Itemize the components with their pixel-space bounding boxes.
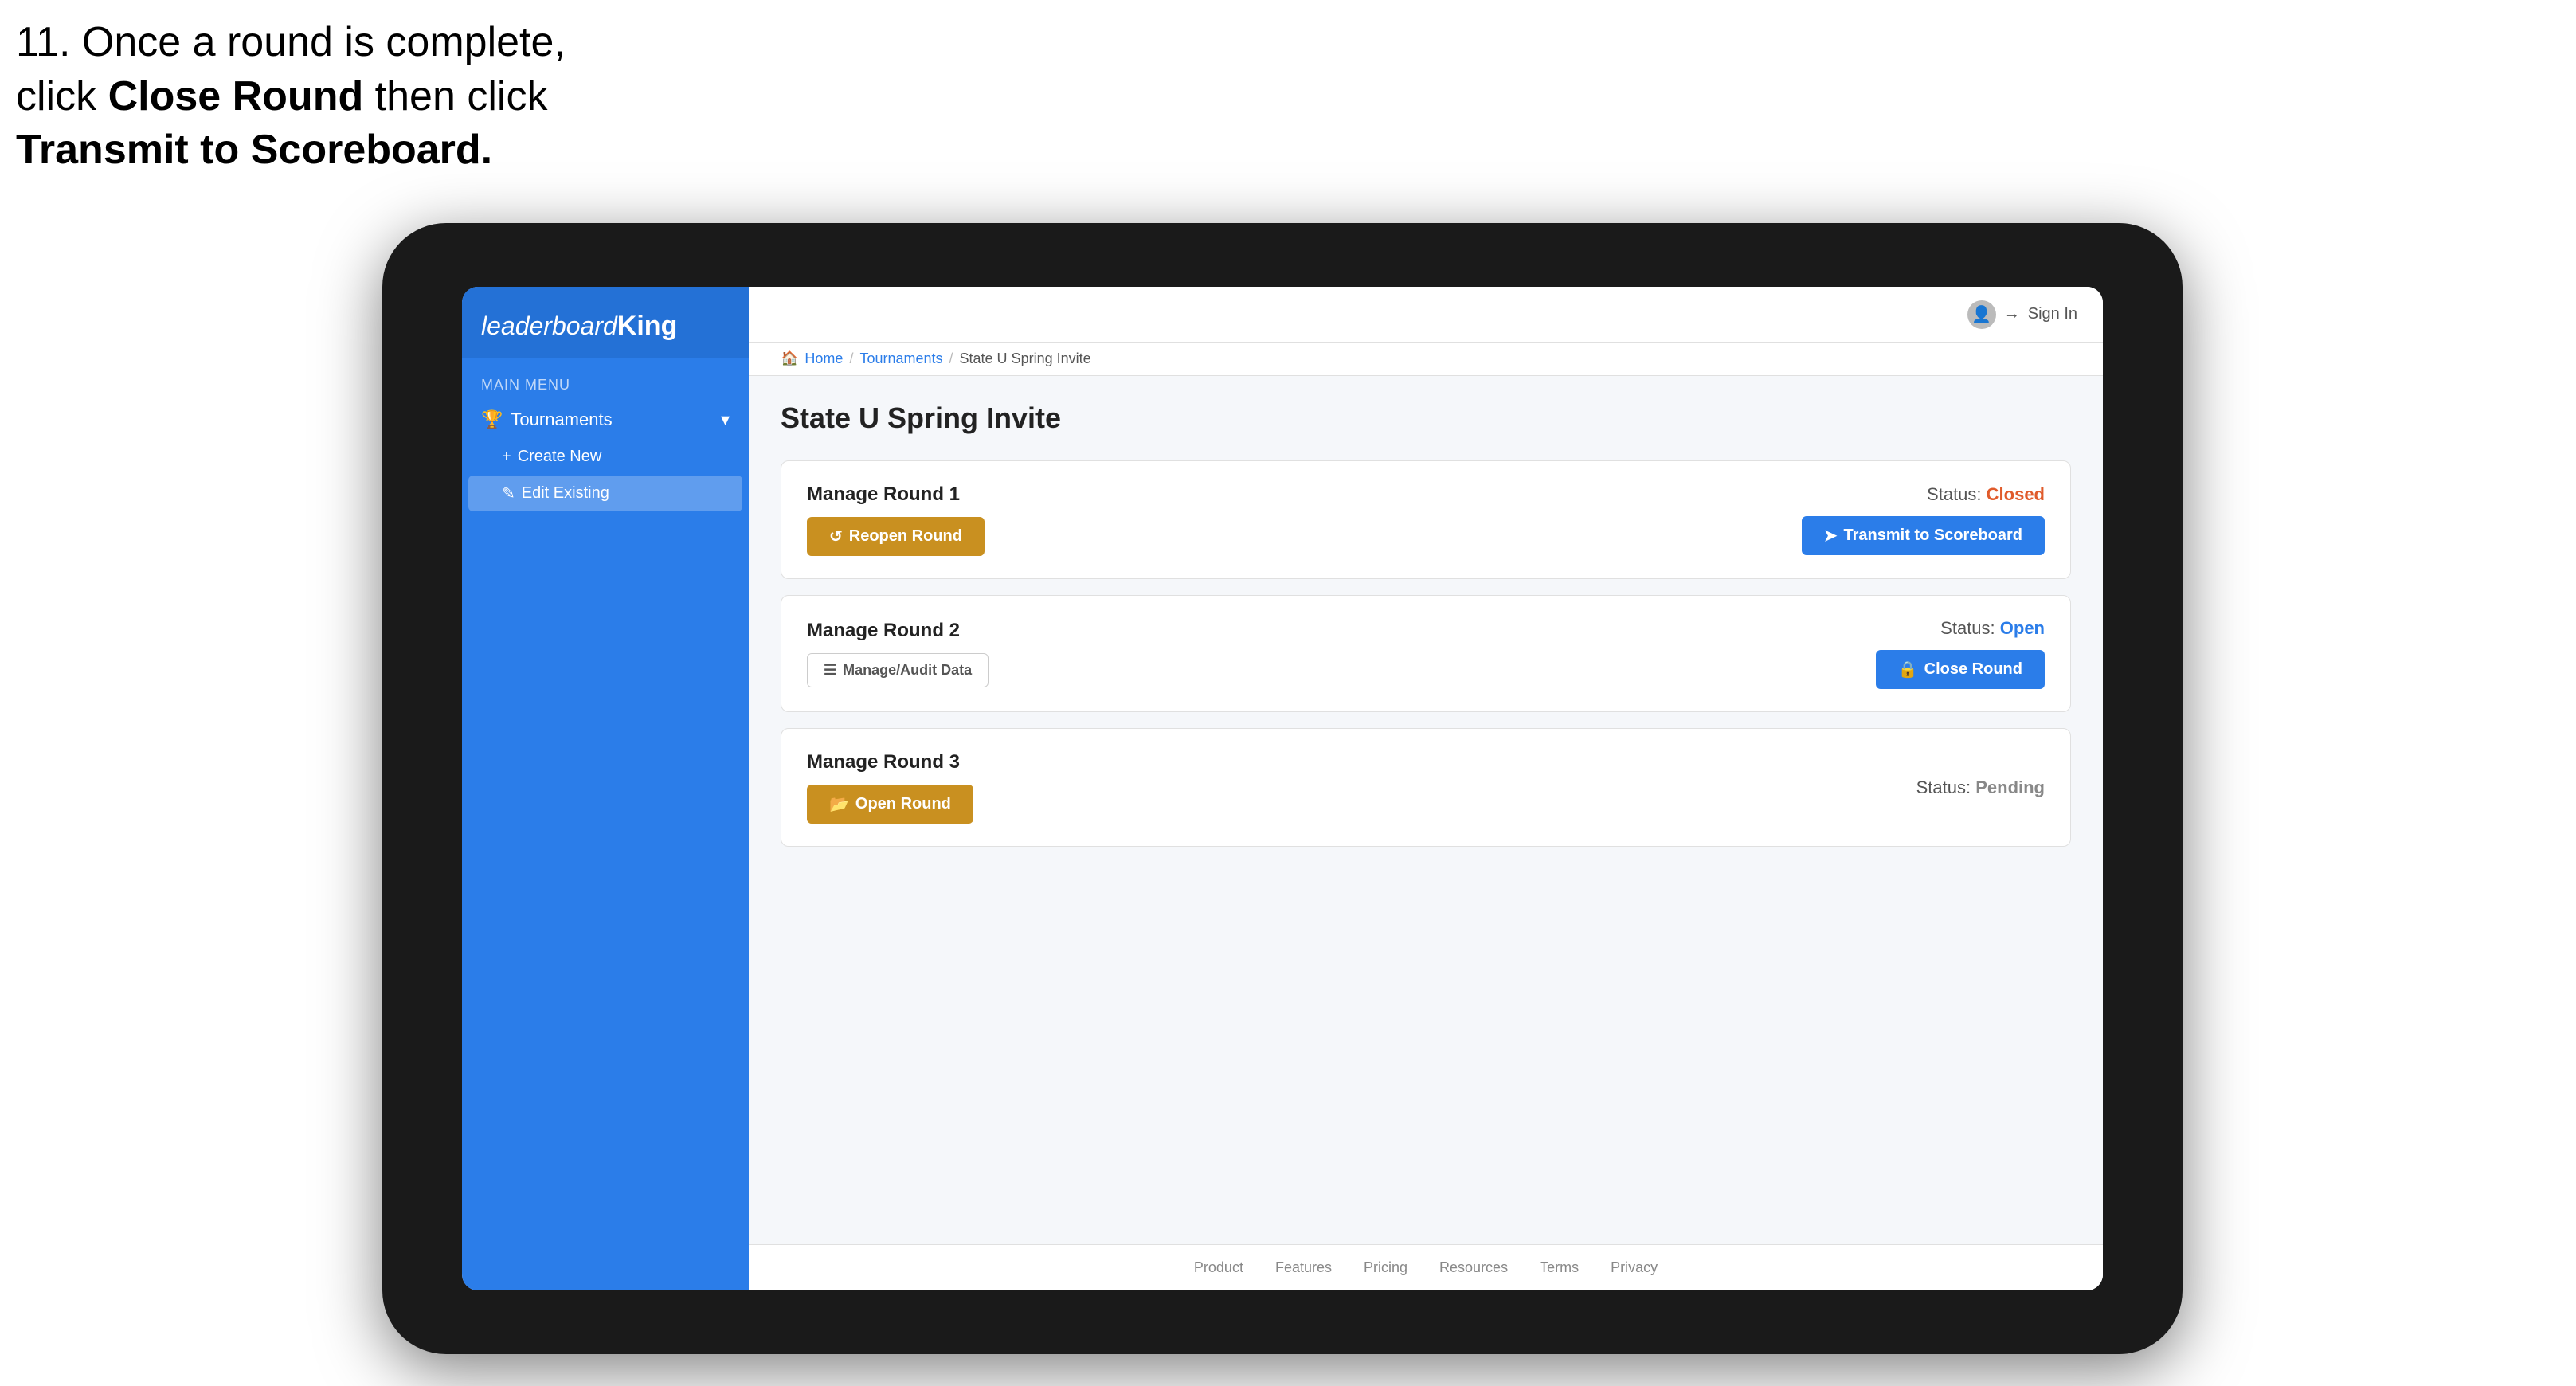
- reopen-round-label: Reopen Round: [849, 527, 962, 546]
- footer-terms[interactable]: Terms: [1540, 1259, 1579, 1276]
- sign-in-area[interactable]: 👤 → Sign In: [1967, 300, 2077, 329]
- open-round-label: Open Round: [855, 795, 951, 813]
- round-3-status-value: Pending: [1975, 777, 2045, 797]
- footer-resources[interactable]: Resources: [1439, 1259, 1508, 1276]
- round-3-left: Manage Round 3 📂 Open Round: [807, 751, 973, 824]
- breadcrumb-home[interactable]: Home: [805, 350, 843, 367]
- round-3-status: Status: Pending: [1916, 777, 2045, 798]
- instruction-line2: click: [16, 73, 108, 119]
- round-3-right: Status: Pending: [1916, 777, 2045, 798]
- breadcrumb-tournaments[interactable]: Tournaments: [859, 350, 942, 367]
- manage-audit-label: Manage/Audit Data: [843, 662, 972, 679]
- close-round-label: Close Round: [1924, 660, 2022, 679]
- round-1-title: Manage Round 1: [807, 484, 985, 506]
- plus-icon: +: [502, 448, 511, 466]
- footer-pricing[interactable]: Pricing: [1364, 1259, 1407, 1276]
- footer-product[interactable]: Product: [1194, 1259, 1243, 1276]
- audit-icon: ☰: [824, 662, 836, 679]
- edit-icon: ✎: [502, 484, 515, 503]
- instruction-bold1: Close Round: [108, 73, 364, 119]
- sidebar-main-menu: MAIN MENU 🏆 Tournaments ▾ + Create New ✎: [462, 358, 749, 526]
- transmit-label: Transmit to Scoreboard: [1844, 527, 2023, 545]
- main-content: 👤 → Sign In 🏠 Home / Tournaments / State…: [749, 287, 2103, 1290]
- round-card-2: Manage Round 2 ☰ Manage/Audit Data Statu…: [781, 595, 2071, 712]
- edit-existing-label: Edit Existing: [522, 484, 609, 503]
- sidebar-menu-label: MAIN MENU: [462, 370, 749, 400]
- footer: Product Features Pricing Resources Terms…: [749, 1244, 2103, 1290]
- manage-audit-data-button[interactable]: ☰ Manage/Audit Data: [807, 653, 989, 687]
- page-title: State U Spring Invite: [781, 401, 2071, 435]
- logo-king: King: [617, 311, 678, 341]
- breadcrumb-current: State U Spring Invite: [960, 350, 1091, 367]
- open-icon: 📂: [829, 794, 849, 814]
- sidebar-sub-edit-existing[interactable]: ✎ Edit Existing: [468, 476, 742, 511]
- round-1-right: Status: Closed ➤ Transmit to Scoreboard: [1802, 484, 2045, 555]
- top-bar: 👤 → Sign In: [749, 287, 2103, 343]
- footer-privacy[interactable]: Privacy: [1611, 1259, 1658, 1276]
- round-3-title: Manage Round 3: [807, 751, 973, 773]
- sidebar-item-tournaments[interactable]: 🏆 Tournaments ▾: [462, 400, 749, 440]
- tablet-device: leaderboardKing MAIN MENU 🏆 Tournaments …: [382, 223, 2183, 1354]
- transmit-to-scoreboard-button[interactable]: ➤ Transmit to Scoreboard: [1802, 516, 2045, 555]
- round-1-status: Status: Closed: [1927, 484, 2045, 505]
- instruction-bold2: Transmit to Scoreboard.: [16, 127, 492, 173]
- instruction-line3: then click: [363, 73, 547, 119]
- reopen-icon: ↺: [829, 527, 843, 546]
- sidebar: leaderboardKing MAIN MENU 🏆 Tournaments …: [462, 287, 749, 1290]
- sidebar-sub-create-new[interactable]: + Create New: [462, 440, 749, 474]
- reopen-round-button[interactable]: ↺ Reopen Round: [807, 517, 985, 556]
- open-round-button[interactable]: 📂 Open Round: [807, 785, 973, 824]
- trophy-icon: 🏆: [481, 409, 503, 430]
- transmit-icon: ➤: [1824, 526, 1838, 546]
- round-1-status-value: Closed: [1987, 484, 2045, 504]
- create-new-label: Create New: [518, 448, 602, 466]
- round-2-status-value: Open: [2000, 618, 2045, 638]
- chevron-down-icon: ▾: [721, 409, 730, 430]
- round-2-title: Manage Round 2: [807, 620, 989, 642]
- round-2-left: Manage Round 2 ☰ Manage/Audit Data: [807, 620, 989, 687]
- round-2-status: Status: Open: [1940, 618, 2045, 639]
- footer-features[interactable]: Features: [1275, 1259, 1332, 1276]
- sign-in-icon: →: [2004, 305, 2020, 323]
- avatar: 👤: [1967, 300, 1996, 329]
- breadcrumb: 🏠 Home / Tournaments / State U Spring In…: [749, 343, 2103, 376]
- tablet-screen: leaderboardKing MAIN MENU 🏆 Tournaments …: [462, 287, 2103, 1290]
- close-round-button[interactable]: 🔒 Close Round: [1876, 650, 2045, 689]
- app-layout: leaderboardKing MAIN MENU 🏆 Tournaments …: [462, 287, 2103, 1290]
- sidebar-logo: leaderboardKing: [462, 287, 749, 358]
- round-2-right: Status: Open 🔒 Close Round: [1876, 618, 2045, 689]
- round-card-1: Manage Round 1 ↺ Reopen Round Status: Cl…: [781, 460, 2071, 579]
- round-1-left: Manage Round 1 ↺ Reopen Round: [807, 484, 985, 556]
- round-card-3: Manage Round 3 📂 Open Round Status: Pend…: [781, 728, 2071, 847]
- logo-leaderboard: leaderboard: [481, 311, 617, 340]
- breadcrumb-sep2: /: [949, 350, 953, 367]
- sidebar-tournaments-label: Tournaments: [511, 409, 612, 430]
- breadcrumb-sep1: /: [849, 350, 853, 367]
- instruction-block: 11. Once a round is complete, click Clos…: [16, 16, 566, 178]
- home-icon: 🏠: [781, 350, 798, 367]
- lock-icon: 🔒: [1898, 660, 1918, 679]
- sign-in-label[interactable]: Sign In: [2028, 305, 2077, 323]
- page-content: State U Spring Invite Manage Round 1 ↺ R…: [749, 376, 2103, 1244]
- instruction-line1: 11. Once a round is complete,: [16, 19, 566, 65]
